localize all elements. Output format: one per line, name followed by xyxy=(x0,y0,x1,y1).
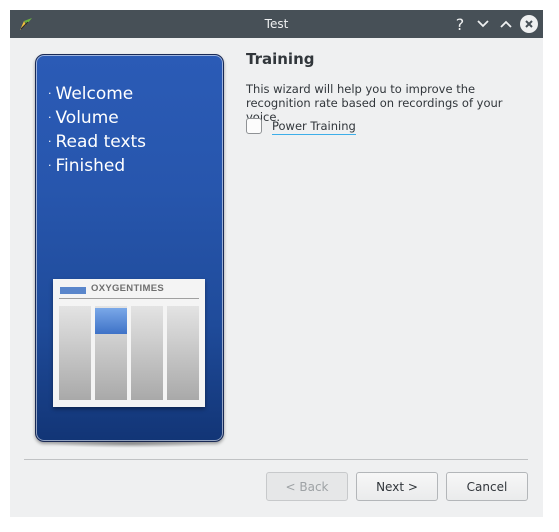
wizard-window: Test ? · Welcome · Volume · Read texts · Fin… xyxy=(10,10,543,517)
newspaper-column xyxy=(59,306,91,400)
newspaper-column xyxy=(167,306,199,400)
newspaper-rule xyxy=(59,298,199,299)
page-title: Training xyxy=(246,50,315,68)
step-label: Welcome xyxy=(55,84,134,104)
step-item: · Finished xyxy=(48,156,126,176)
title-bar[interactable]: Test ? xyxy=(10,10,543,38)
step-label: Finished xyxy=(55,156,126,176)
chevron-up-icon[interactable] xyxy=(497,15,515,33)
step-label: Read texts xyxy=(55,132,147,152)
next-button[interactable]: Next > xyxy=(356,472,438,501)
newspaper-logo-stripe xyxy=(60,287,86,294)
back-button[interactable]: < Back xyxy=(266,472,348,501)
step-label: Volume xyxy=(55,108,119,128)
chevron-down-icon[interactable] xyxy=(474,15,492,33)
step-item: · Read texts xyxy=(48,132,147,152)
newspaper-title: OXYGENTIMES xyxy=(91,283,164,294)
step-list: · Welcome · Volume · Read texts · Finished xyxy=(48,83,146,179)
panel-shadow xyxy=(50,440,210,448)
wizard-side-panel: · Welcome · Volume · Read texts · Finished O… xyxy=(35,54,224,442)
newspaper-photo xyxy=(95,308,127,334)
power-training-checkbox[interactable] xyxy=(246,118,262,134)
question-icon[interactable]: ? xyxy=(451,15,469,34)
step-item: · Volume xyxy=(48,108,119,128)
power-training-label[interactable]: Power Training xyxy=(272,118,356,135)
step-item: · Welcome xyxy=(48,84,134,104)
newspaper-column xyxy=(131,306,163,400)
button-separator xyxy=(24,459,528,460)
cancel-button[interactable]: Cancel xyxy=(446,472,528,501)
close-icon[interactable] xyxy=(520,15,538,33)
newspaper-illustration: OXYGENTIMES xyxy=(53,279,205,407)
